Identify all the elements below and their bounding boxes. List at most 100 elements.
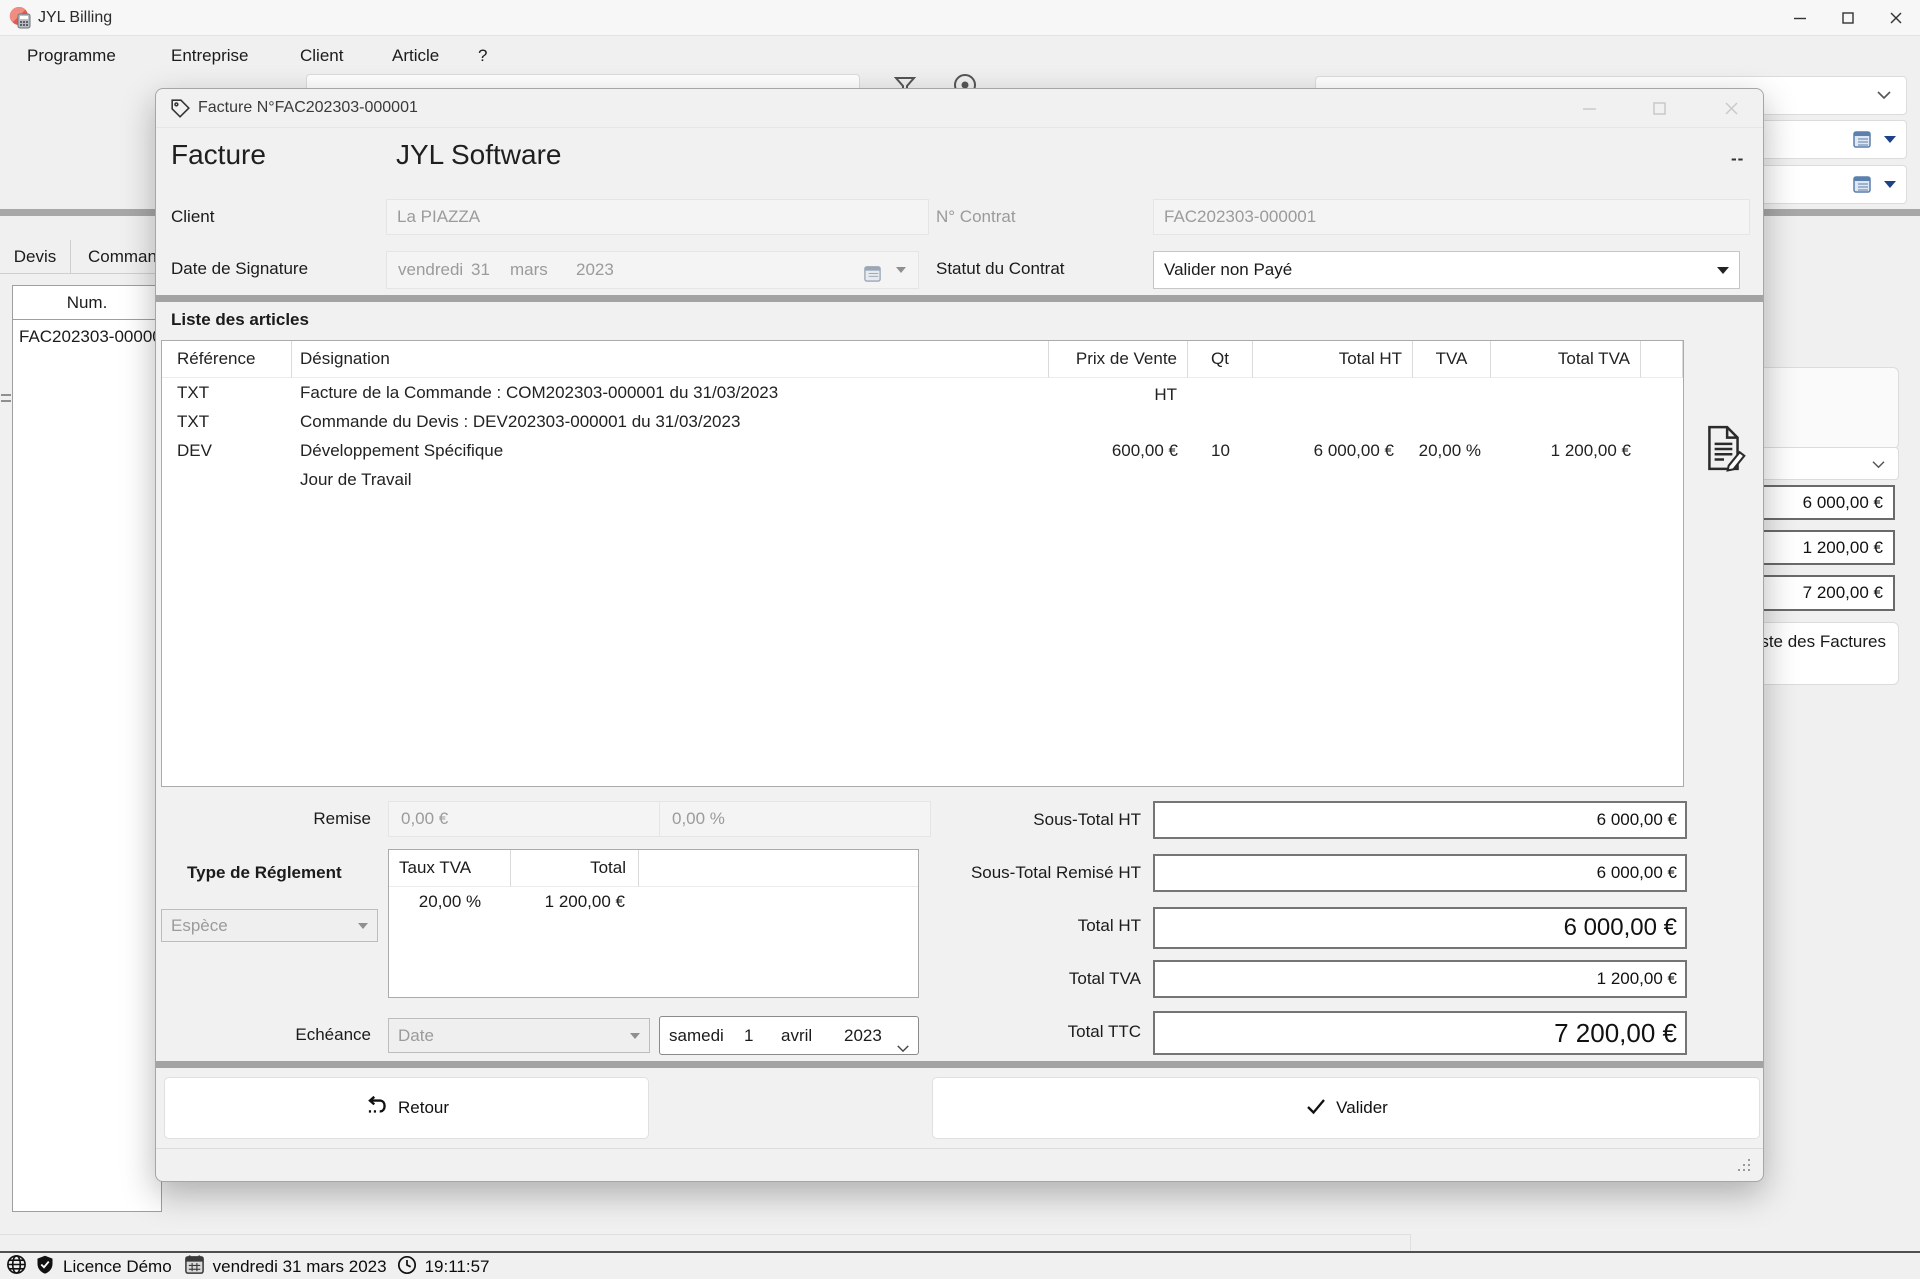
license-text: Licence Démo (63, 1257, 172, 1276)
soustotal-ht-field[interactable]: 6 000,00 € (1153, 801, 1687, 839)
table-row[interactable]: TXT Commande du Devis : DEV202303-000001… (162, 407, 1683, 436)
contract-field[interactable]: FAC202303-000001 (1153, 199, 1750, 235)
background-divider (0, 1234, 1410, 1235)
cell-tva (1413, 407, 1491, 436)
date-weekday: samedi (669, 1026, 724, 1045)
close-button[interactable] (1872, 0, 1920, 35)
cell-price (1049, 465, 1188, 494)
cell-designation: Facture de la Commande : COM202303-00000… (300, 383, 779, 402)
menu-client[interactable]: Client (300, 36, 343, 76)
total-ttc-field[interactable]: 7 200,00 € (1153, 1011, 1687, 1055)
valider-button[interactable]: Valider (932, 1077, 1760, 1139)
echeance-mode-value: Date (398, 1026, 434, 1045)
payment-type-dropdown[interactable]: Espèce (161, 909, 378, 942)
tab-devis[interactable]: Devis (0, 240, 71, 273)
client-field[interactable]: La PIAZZA (386, 199, 929, 235)
dialog-separator-bottom (156, 1061, 1763, 1068)
date-month: avril (781, 1026, 813, 1045)
menu-help[interactable]: ? (478, 36, 487, 76)
tva-col-rate[interactable]: Taux TVA (389, 850, 511, 887)
retour-label: Retour (397, 1098, 450, 1117)
soustotal-ht-label: Sous-Total HT (1033, 810, 1141, 829)
dialog-titlebar[interactable]: Facture N°FAC202303-000001 (156, 89, 1763, 128)
check-icon (1304, 1094, 1328, 1123)
col-designation[interactable]: Désignation (292, 341, 1049, 378)
total-tva-field[interactable]: 1 200,00 € (1153, 960, 1687, 998)
tva-total-value[interactable]: 1 200,00 € (511, 887, 639, 917)
cell-price (1049, 378, 1188, 407)
signature-date-picker[interactable]: vendredi 31 mars 2023 (386, 251, 919, 289)
menu-article[interactable]: Article (392, 36, 439, 76)
contract-status-value: Valider non Payé (1164, 260, 1293, 279)
header-dashes: -- (1731, 149, 1745, 168)
calendar-icon (863, 260, 882, 296)
statusbar: Licence Démo vendredi 31 mars 2023 19:11… (0, 1251, 1920, 1279)
cell-total-tva (1491, 407, 1641, 436)
list-item[interactable]: FAC202303-000001 (13, 320, 161, 353)
app-icon (9, 6, 32, 34)
col-total-tva[interactable]: Total TVA (1491, 341, 1641, 378)
edit-document-icon[interactable] (1699, 423, 1749, 478)
col-prix-vente[interactable]: Prix de Vente HT (1049, 341, 1188, 404)
facture-dialog: Facture N°FAC202303-000001 Facture JYL S… (155, 88, 1764, 1182)
total-tva-label: Total TVA (1068, 969, 1141, 988)
remise-amount-field[interactable]: 0,00 € (388, 801, 662, 837)
contract-label: N° Contrat (936, 207, 1016, 226)
menu-programme[interactable]: Programme (27, 36, 116, 76)
echeance-mode-dropdown[interactable]: Date (388, 1018, 650, 1053)
splitter-handle[interactable] (1, 394, 11, 396)
date-day: 31 (471, 260, 490, 279)
client-label: Client (171, 207, 215, 226)
total-ht-field[interactable]: 6 000,00 € (1153, 907, 1687, 949)
signature-date-label: Date de Signature (171, 259, 309, 278)
date-day: 1 (744, 1026, 754, 1045)
cell-designation: Jour de Travail (300, 470, 412, 489)
retour-button[interactable]: Retour (164, 1077, 649, 1139)
soustotal-remise-ht-field[interactable]: 6 000,00 € (1153, 854, 1687, 892)
date-month: mars (510, 260, 548, 279)
list-header-num[interactable]: Num. (13, 286, 161, 320)
dialog-maximize-button[interactable] (1629, 89, 1689, 127)
dialog-title: Facture N°FAC202303-000001 (198, 99, 418, 116)
table-row[interactable]: Jour de Travail (162, 465, 1683, 494)
cell-price (1049, 407, 1188, 436)
splitter-handle[interactable] (1, 400, 11, 402)
cell-total-ht: 6 000,00 € (1313, 441, 1394, 460)
clock-icon (397, 1255, 417, 1279)
col-tva[interactable]: TVA (1413, 341, 1491, 378)
minimize-icon (1794, 17, 1806, 19)
cell-price: 600,00 € (1111, 441, 1178, 460)
contract-status-dropdown[interactable]: Valider non Payé (1153, 251, 1740, 289)
cell-ref: DEV (177, 441, 212, 460)
col-total-ht[interactable]: Total HT (1253, 341, 1413, 378)
minimize-button[interactable] (1776, 0, 1824, 35)
shield-check-icon (35, 1254, 55, 1279)
background-tabs: Devis Commandes (0, 240, 184, 274)
remise-label: Remise (313, 809, 371, 828)
total-ht-label: Total HT (1077, 916, 1141, 935)
maximize-button[interactable] (1824, 0, 1872, 35)
cell-ref (162, 465, 292, 494)
company-heading: JYL Software (396, 139, 562, 170)
tva-col-total[interactable]: Total (511, 850, 639, 887)
dialog-close-button[interactable] (1701, 89, 1761, 127)
tag-icon (170, 98, 191, 124)
payment-type-value: Espèce (171, 916, 228, 935)
background-invoice-list: Num. FAC202303-000001 (12, 285, 162, 1212)
menu-entreprise[interactable]: Entreprise (171, 36, 248, 76)
screen: JYL Billing Programme Entreprise Client … (0, 0, 1920, 1279)
dialog-minimize-button[interactable] (1559, 89, 1619, 127)
table-row[interactable]: DEV Développement Spécifique 600,00 € 10… (162, 436, 1683, 465)
status-date: vendredi 31 mars 2023 (212, 1257, 387, 1276)
table-row[interactable]: TXT Facture de la Commande : COM202303-0… (162, 378, 1683, 407)
dropdown-arrow-icon (896, 267, 906, 273)
col-spacer (1641, 341, 1683, 378)
col-qt[interactable]: Qt (1188, 341, 1253, 378)
col-reference[interactable]: Référence (162, 341, 292, 378)
chevron-down-icon (1876, 88, 1892, 106)
tva-rate-value[interactable]: 20,00 % (389, 887, 511, 917)
resize-grip[interactable] (1736, 1157, 1752, 1178)
cell-ref: TXT (177, 383, 210, 402)
articles-section-title: Liste des articles (171, 310, 309, 329)
cell-qty (1188, 465, 1253, 494)
